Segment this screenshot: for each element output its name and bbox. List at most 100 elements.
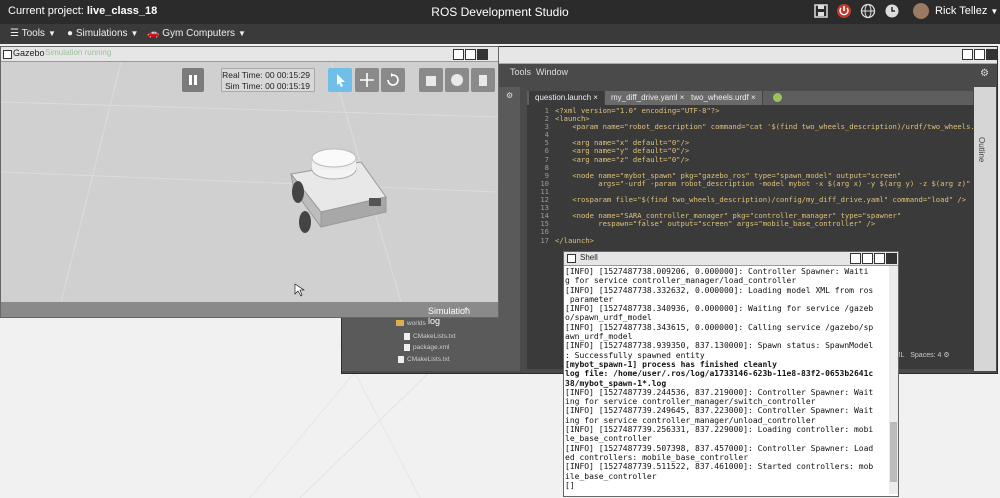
terminal-line: [] (565, 480, 575, 490)
indent-setting[interactable]: Spaces: 4 (910, 352, 941, 359)
gear-icon[interactable]: ⚙ (980, 68, 989, 79)
restore-icon[interactable] (850, 253, 861, 264)
terminal-lines: [INFO] [1527487738.009206, 0.000000]: Co… (565, 267, 873, 490)
user-menu[interactable]: Rick Tellez ▼ (913, 3, 998, 19)
ide-menu-tools[interactable]: Tools (510, 67, 531, 77)
chevron-up-icon: ⌃ (462, 306, 470, 316)
tree-item-label: CMakeLists.txt (407, 356, 450, 364)
close-icon[interactable] (886, 253, 897, 264)
terminal-line: log file: /home/user/.ros/log/a1733146-6… (565, 369, 874, 379)
terminal-line: [INFO] [1527487738.939350, 837.130000]: … (565, 341, 874, 351)
gazebo-titlebar[interactable]: Gazebo Simulation running (1, 47, 498, 62)
translate-mode-button[interactable] (355, 68, 379, 92)
tab-my-diff-drive[interactable]: my_diff_drive.yaml × (605, 91, 692, 105)
shell-window: Shell [INFO] [1527487738.009206, 0.00000… (563, 251, 899, 497)
terminal-line: g for service controller_manager/load_co… (565, 276, 797, 286)
user-name: Rick Tellez (935, 4, 988, 17)
terminal-output[interactable]: [INFO] [1527487738.009206, 0.000000]: Co… (564, 266, 888, 494)
tab-two-wheels-urdf[interactable]: two_wheels.urdf × (685, 91, 763, 105)
terminal-line: le_base_controller (565, 434, 652, 444)
terminal-line: [INFO] [1527487738.332632, 0.000000]: Lo… (565, 285, 874, 295)
ide-menu-window[interactable]: Window (536, 67, 568, 77)
terminal-line: ile_base_controller (565, 471, 657, 481)
line-numbers: 1 2 3 4 5 6 7 8 9 10 11 12 13 14 15 16 17 (527, 106, 549, 245)
chevron-down-icon: ▼ (990, 6, 999, 16)
terminal-line: ed controllers: mobile_base_controller (565, 452, 749, 462)
outline-label: Outline (977, 137, 986, 163)
restore-icon[interactable] (962, 49, 973, 60)
gazebo-3d-view[interactable] (0, 61, 499, 303)
tab-label: two_wheels.urdf (691, 93, 749, 102)
pause-button[interactable] (182, 68, 204, 92)
minimize-icon[interactable] (974, 49, 985, 60)
maximize-icon[interactable] (874, 253, 885, 264)
code-line: <?xml version="1.0" encoding="UTF-8"?> (555, 106, 720, 115)
gazebo-title: Gazebo (13, 48, 45, 58)
insert-sphere-button[interactable] (445, 68, 469, 92)
line-number: 17 (540, 235, 549, 245)
terminal-line: ing for service controller_manager/unloa… (565, 415, 816, 425)
gym-computers-menu[interactable]: 🚗 Gym Computers ▼ (147, 28, 246, 39)
globe-icon[interactable] (860, 3, 876, 19)
simulations-menu[interactable]: ● Simulations ▼ (67, 28, 138, 39)
folder-icon (396, 320, 404, 327)
chevron-down-icon: ▼ (130, 29, 139, 38)
save-icon[interactable] (813, 3, 829, 19)
pause-icon (189, 75, 197, 85)
code-line: args="-urdf -param robot_description -mo… (555, 178, 974, 188)
tree-item-cmakelists[interactable]: CMakeLists.txt (404, 333, 456, 340)
file-icon (404, 344, 410, 351)
menu-bar: ☰ Tools ▼ ● Simulations ▼ 🚗 Gym Computers ▼ (0, 24, 1000, 44)
tree-item-cmakelists-root[interactable]: CMakeLists.txt (398, 356, 450, 363)
tree-item-worlds[interactable]: worlds (396, 320, 426, 327)
file-icon (404, 333, 410, 340)
file-icon (398, 356, 404, 363)
code-line: <param name="robot_description" command=… (555, 122, 974, 132)
tree-item-label: CMakeLists.txt (413, 333, 456, 341)
tools-menu[interactable]: ☰ Tools ▼ (10, 28, 56, 39)
scrollbar-thumb[interactable] (890, 422, 897, 482)
tree-item-package[interactable]: package.xml (404, 344, 450, 351)
add-tab-icon[interactable] (773, 93, 782, 102)
insert-cylinder-button[interactable] (471, 68, 495, 92)
terminal-line: ing for service controller_manager/switc… (565, 397, 816, 407)
gear-icon[interactable]: ⚙ (943, 352, 949, 359)
insert-box-button[interactable] (419, 68, 443, 92)
cursor-arrow-icon (337, 74, 345, 87)
clock-icon[interactable] (884, 3, 900, 19)
minimize-icon[interactable] (862, 253, 873, 264)
minimize-icon[interactable] (465, 49, 476, 60)
terminal-line: [mybot_spawn-1] process has finished cle… (565, 359, 777, 369)
shell-titlebar[interactable]: Shell (564, 252, 898, 266)
power-icon[interactable] (836, 3, 852, 19)
restore-icon[interactable] (453, 49, 464, 60)
avatar (913, 3, 929, 19)
close-icon[interactable]: × (751, 93, 756, 102)
tree-toggle-icon[interactable]: ⚙ (506, 91, 513, 100)
code-line: </launch> (555, 235, 594, 245)
terminal-line: [INFO] [1527487739.256331, 837.229000]: … (565, 425, 874, 435)
terminal-line: : Successfully spawned entity (565, 350, 705, 360)
simulation-log-bar[interactable]: Simulation log ⌃ (1, 302, 498, 326)
code-line: <rosparam file="$(find two_wheels_descri… (555, 195, 967, 205)
car-icon: 🚗 (147, 28, 160, 39)
close-icon[interactable] (477, 49, 488, 60)
editor-tabs: question.launch × my_diff_drive.yaml × t… (527, 91, 973, 105)
simulations-menu-label: Simulations (75, 28, 128, 39)
cylinder-icon (479, 75, 487, 86)
terminal-line: 38/mybot_spawn-1*.log (565, 378, 667, 388)
close-icon[interactable]: × (593, 93, 598, 102)
terminal-line: [INFO] [1527487738.340936, 0.000000]: Wa… (565, 304, 874, 314)
select-mode-button[interactable] (328, 68, 352, 92)
gazebo-window: Gazebo Simulation running Real Time: 00 … (0, 46, 499, 326)
close-icon[interactable] (986, 49, 997, 60)
rotate-mode-button[interactable] (381, 68, 405, 92)
terminal-line: parameter (565, 294, 614, 304)
close-icon[interactable]: × (680, 93, 685, 102)
terminal-line: [INFO] [1527487739.249645, 837.223000]: … (565, 406, 874, 416)
tab-question-launch[interactable]: question.launch × (529, 91, 605, 105)
tree-item-label: worlds (407, 320, 426, 327)
terminal-line: [INFO] [1527487738.009206, 0.000000]: Co… (565, 267, 869, 276)
outline-panel[interactable]: Outline (974, 87, 996, 371)
